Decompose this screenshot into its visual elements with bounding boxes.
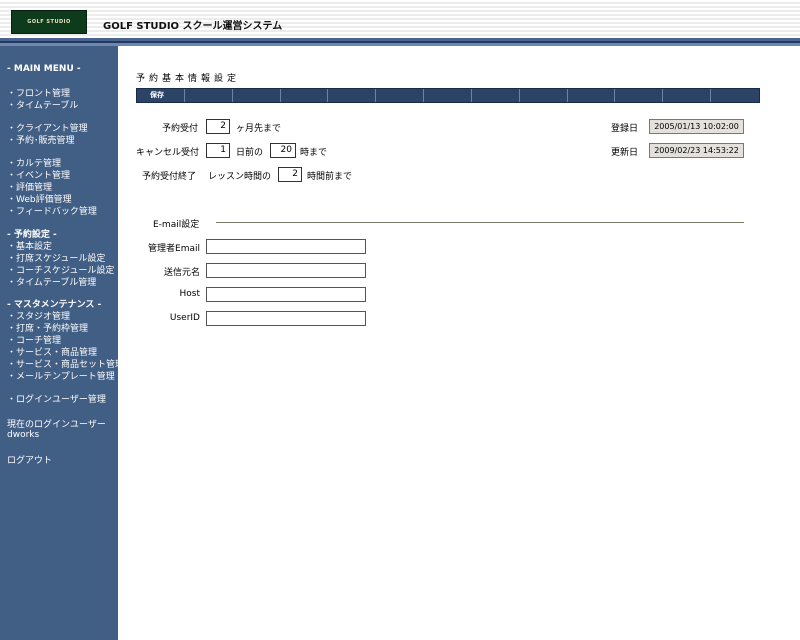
sidebar-item-feedback[interactable]: ・フィードバック管理 — [7, 204, 97, 217]
toolbar-slot — [663, 89, 712, 102]
app-title: GOLF STUDIO スクール運営システム — [103, 21, 283, 32]
cancel-hour-input[interactable]: 20 — [270, 143, 296, 158]
toolbar-slot — [568, 89, 616, 102]
end-hours-input[interactable]: 2 — [278, 167, 302, 182]
userid-label: UserID — [169, 313, 200, 323]
toolbar-slot — [711, 89, 759, 102]
toolbar-slot — [233, 89, 281, 102]
toolbar-slot — [281, 89, 329, 102]
current-login-user: dworks — [7, 430, 40, 440]
golf-studio-logo: GOLF STUDIO — [11, 10, 87, 34]
cancel-label: キャンセル受付 — [136, 148, 200, 158]
toolbar-slot — [615, 89, 664, 102]
sidebar-item-mail-template[interactable]: ・メールテンプレート管理 — [7, 369, 115, 382]
sidebar-item-timetable[interactable]: ・タイムテーブル — [7, 98, 78, 111]
toolbar-slot — [520, 89, 568, 102]
cancel-days-input[interactable]: 1 — [206, 143, 230, 158]
toolbar: 保存 — [136, 88, 760, 103]
sender-name-label: 送信元名 — [163, 268, 200, 278]
header-divider — [0, 38, 800, 46]
registered-date-label: 登録日 — [611, 124, 639, 134]
end-label: 予約受付終了 — [142, 172, 197, 182]
toolbar-slot — [376, 89, 425, 102]
updated-date-label: 更新日 — [611, 148, 639, 158]
admin-email-input[interactable] — [206, 239, 366, 254]
toolbar-slot — [472, 89, 520, 102]
host-input[interactable] — [206, 287, 366, 302]
accept-label: 予約受付 — [162, 124, 199, 134]
toolbar-slot — [185, 89, 233, 102]
end-unit: 時間前まで — [307, 172, 353, 182]
end-prefix: レッスン時間の — [208, 172, 272, 182]
registered-date-value: 2005/01/13 10:02:00 — [649, 119, 744, 134]
email-section-divider — [216, 222, 744, 223]
logout-link[interactable]: ログアウト — [7, 453, 52, 466]
toolbar-slot — [424, 89, 472, 102]
updated-date-value: 2009/02/23 14:53:22 — [649, 143, 744, 158]
sidebar-item-login-user[interactable]: ・ログインユーザー管理 — [7, 392, 106, 405]
sidebar-item-timetable-mgmt[interactable]: ・タイムテーブル管理 — [7, 275, 96, 288]
cancel-days-unit: 日前の — [236, 148, 264, 158]
userid-input[interactable] — [206, 311, 366, 326]
accept-months-input[interactable]: 2 — [206, 119, 230, 134]
toolbar-slot — [328, 89, 377, 102]
host-label: Host — [179, 289, 201, 299]
save-button[interactable]: 保存 — [137, 89, 185, 102]
accept-unit: ヶ月先まで — [236, 124, 282, 134]
sender-name-input[interactable] — [206, 263, 366, 278]
page-title: 予約基本情報設定 — [136, 74, 241, 84]
email-section-title: E-mail設定 — [153, 220, 200, 230]
sidebar: - MAIN MENU - ・フロント管理 ・タイムテーブル ・クライアント管理… — [0, 46, 124, 640]
sidebar-item-reservation-sales[interactable]: ・予約･販売管理 — [7, 133, 75, 146]
cancel-hour-unit: 時まで — [300, 148, 328, 158]
app-header: GOLF STUDIO GOLF STUDIO スクール運営システム — [0, 0, 800, 38]
main-menu-title: - MAIN MENU - — [7, 64, 81, 74]
current-login-user-label: 現在のログインユーザー — [7, 420, 106, 430]
admin-email-label: 管理者Email — [148, 244, 200, 254]
